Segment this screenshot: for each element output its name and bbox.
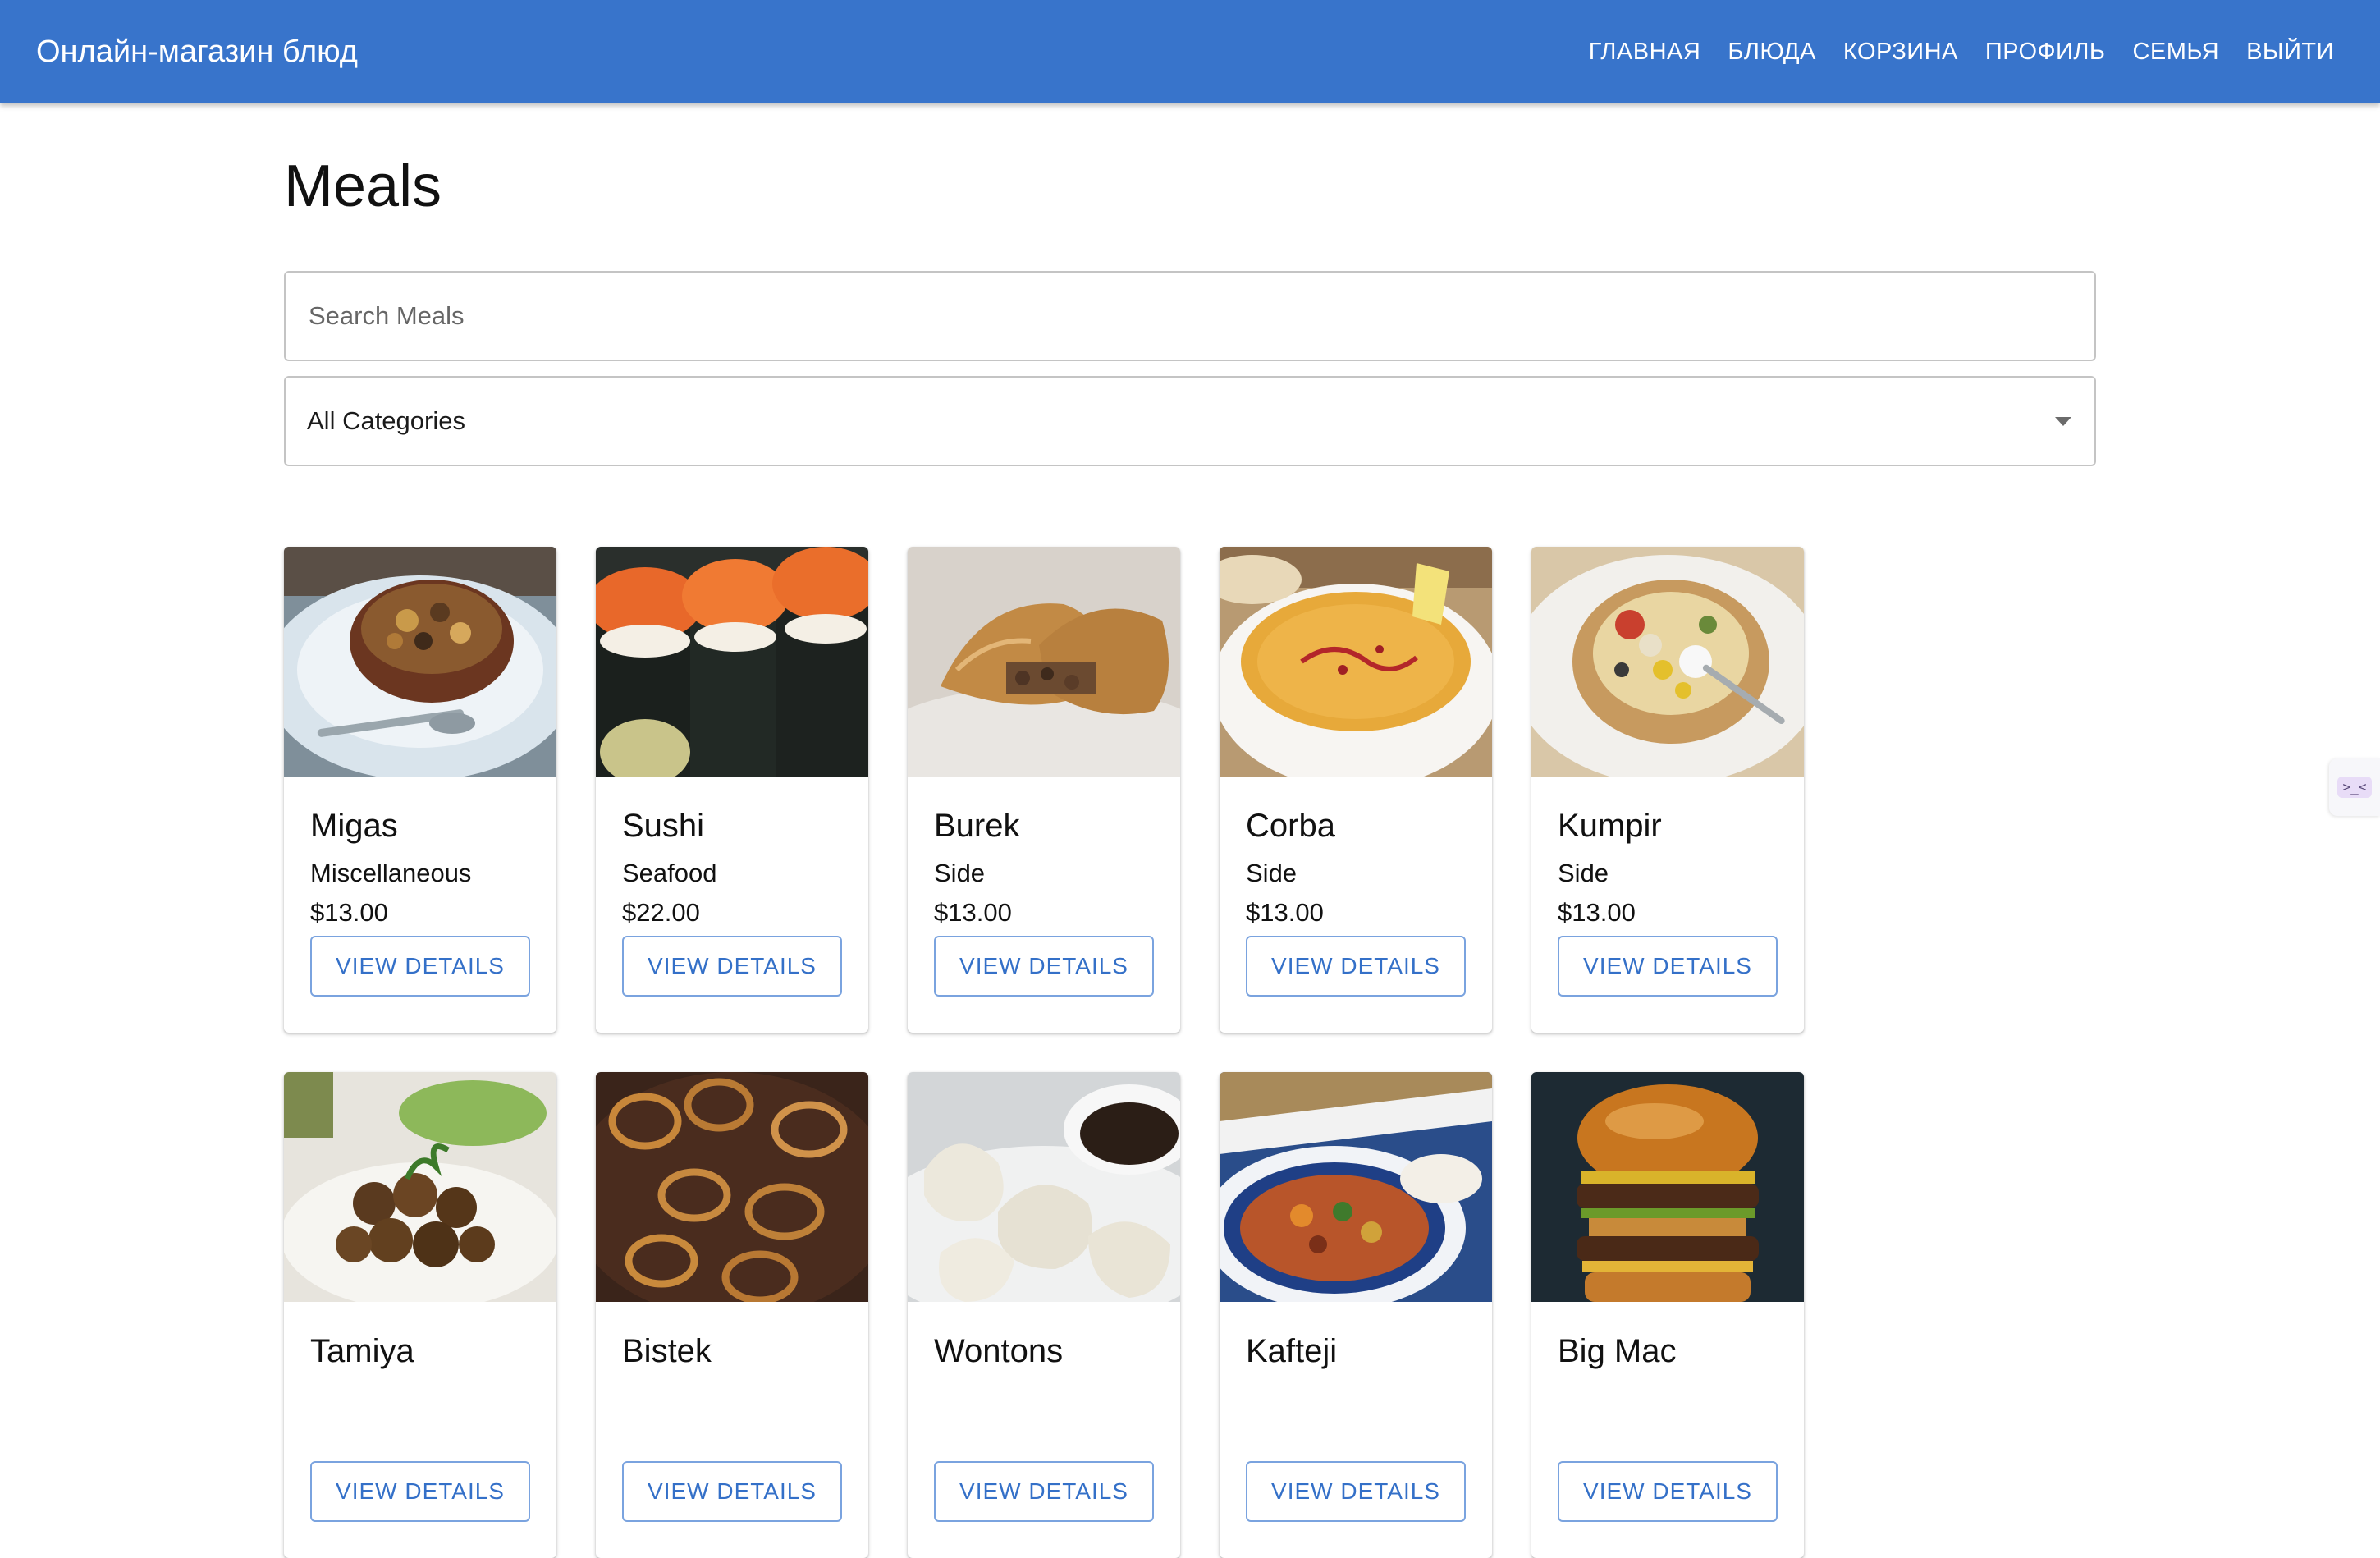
meal-card: Corba Side $13.00 VIEW DETAILS <box>1220 547 1492 1033</box>
view-details-button[interactable]: VIEW DETAILS <box>310 936 530 997</box>
meal-card: Kumpir Side $13.00 VIEW DETAILS <box>1531 547 1804 1033</box>
meal-card: Wontons VIEW DETAILS <box>908 1072 1180 1558</box>
view-details-button[interactable]: VIEW DETAILS <box>310 1461 530 1522</box>
dropdown-arrow-icon <box>2055 417 2071 426</box>
meal-image-tamiya[interactable] <box>284 1072 556 1302</box>
app-bar: Онлайн-магазин блюд ГЛАВНАЯ БЛЮДА КОРЗИН… <box>0 0 2380 103</box>
meal-image-kafteji[interactable] <box>1220 1072 1492 1302</box>
meal-name: Kafteji <box>1246 1333 1338 1369</box>
meal-card: Big Mac VIEW DETAILS <box>1531 1072 1804 1558</box>
meal-card: Burek Side $13.00 VIEW DETAILS <box>908 547 1180 1033</box>
meal-name: Sushi <box>622 808 705 844</box>
meal-category: Side <box>934 859 986 887</box>
meal-category: Miscellaneous <box>310 859 472 887</box>
meal-category: Seafood <box>622 859 717 887</box>
meal-price: $13.00 <box>934 898 1012 927</box>
search-field[interactable] <box>284 271 2096 361</box>
terminal-icon: >_< <box>2337 777 2372 798</box>
view-details-button[interactable]: VIEW DETAILS <box>934 1461 1154 1522</box>
view-details-button[interactable]: VIEW DETAILS <box>622 936 842 997</box>
meal-image-sushi[interactable] <box>596 547 868 777</box>
meal-name: Tamiya <box>310 1333 414 1369</box>
view-details-button[interactable]: VIEW DETAILS <box>1246 936 1466 997</box>
page-title: Meals <box>284 154 442 219</box>
meal-price: $13.00 <box>1246 898 1324 927</box>
category-select-value: All Categories <box>307 406 465 435</box>
category-select[interactable]: All Categories <box>284 376 2096 466</box>
meal-category: Side <box>1558 859 1609 887</box>
nav-profile[interactable]: ПРОФИЛЬ <box>1985 39 2106 66</box>
meal-category: Side <box>1246 859 1298 887</box>
meal-card: Migas Miscellaneous $13.00 VIEW DETAILS <box>284 547 556 1033</box>
meal-card: Kafteji VIEW DETAILS <box>1220 1072 1492 1558</box>
meal-price: $13.00 <box>1558 898 1636 927</box>
nav-cart[interactable]: КОРЗИНА <box>1843 39 1958 66</box>
meal-name: Bistek <box>622 1333 712 1369</box>
meal-price: $13.00 <box>310 898 388 927</box>
search-input[interactable] <box>307 273 2063 360</box>
meal-price: $22.00 <box>622 898 700 927</box>
meal-image-bistek[interactable] <box>596 1072 868 1302</box>
meal-image-corba[interactable] <box>1220 547 1492 777</box>
view-details-button[interactable]: VIEW DETAILS <box>1558 936 1778 997</box>
meal-name: Burek <box>934 808 1020 844</box>
view-details-button[interactable]: VIEW DETAILS <box>622 1461 842 1522</box>
meal-card: Tamiya VIEW DETAILS <box>284 1072 556 1558</box>
meal-image-burek[interactable] <box>908 547 1180 777</box>
app-title[interactable]: Онлайн-магазин блюд <box>36 0 358 103</box>
nav-menu: ГЛАВНАЯ БЛЮДА КОРЗИНА ПРОФИЛЬ СЕМЬЯ ВЫЙТ… <box>1562 0 2334 103</box>
meal-name: Corba <box>1246 808 1335 844</box>
meal-image-kumpir[interactable] <box>1531 547 1804 777</box>
meal-image-big-mac[interactable] <box>1531 1072 1804 1302</box>
meal-image-wontons[interactable] <box>908 1072 1180 1302</box>
view-details-button[interactable]: VIEW DETAILS <box>1558 1461 1778 1522</box>
nav-home[interactable]: ГЛАВНАЯ <box>1589 39 1701 66</box>
meal-name: Kumpir <box>1558 808 1662 844</box>
meal-card: Bistek VIEW DETAILS <box>596 1072 868 1558</box>
view-details-button[interactable]: VIEW DETAILS <box>1246 1461 1466 1522</box>
nav-meals[interactable]: БЛЮДА <box>1728 39 1816 66</box>
nav-family[interactable]: СЕМЬЯ <box>2132 39 2219 66</box>
meal-name: Wontons <box>934 1333 1064 1369</box>
extension-widget[interactable]: >_< <box>2329 758 2380 816</box>
view-details-button[interactable]: VIEW DETAILS <box>934 936 1154 997</box>
nav-logout[interactable]: ВЫЙТИ <box>2246 39 2334 66</box>
meal-name: Migas <box>310 808 398 844</box>
meal-card: Sushi Seafood $22.00 VIEW DETAILS <box>596 547 868 1033</box>
meal-name: Big Mac <box>1558 1333 1677 1369</box>
meal-image-migas[interactable] <box>284 547 556 777</box>
